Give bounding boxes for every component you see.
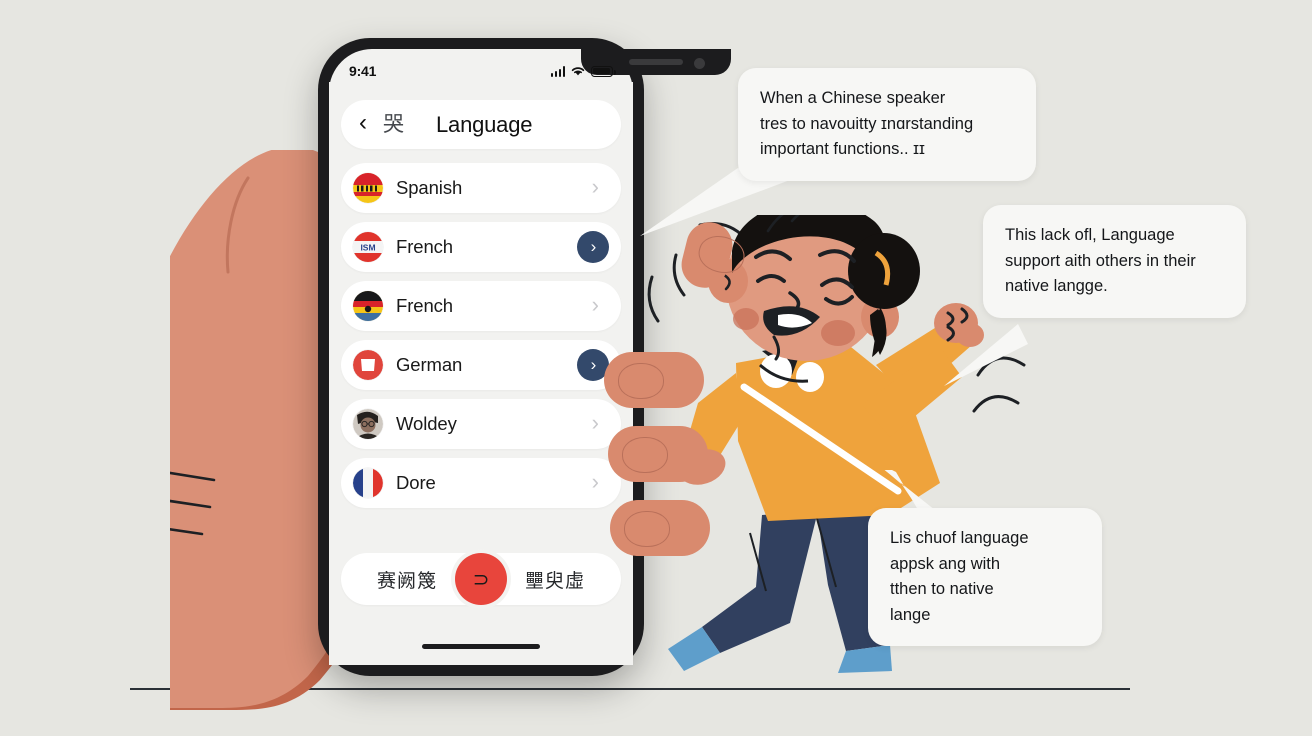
- bottom-bar-right-label[interactable]: 壨臾虛: [525, 566, 585, 593]
- list-item[interactable]: German ›: [341, 340, 621, 390]
- list-item-label: Spanish: [396, 177, 463, 198]
- status-bar: 9:41: [329, 60, 633, 82]
- speech-bubble-top: When a Chinese speaker tres to navouitty…: [738, 68, 1036, 181]
- speech-bubble-bottom: Lis chuof language appsk ang with tthen …: [868, 508, 1102, 647]
- front-camera-icon: [694, 58, 705, 69]
- germany-flag-icon: [353, 291, 383, 321]
- bottom-action-bar: 赛阙篾 ⊃ 壨臾虛: [341, 553, 621, 605]
- illustration-scene: ‹ 哭 Language Spanish › ISM French › Fren…: [0, 0, 1312, 736]
- austria-flag-icon: ISM: [353, 232, 383, 262]
- avatar-photo-icon: [353, 409, 383, 439]
- bubble-tail-right: [944, 324, 1028, 386]
- chevron-right-icon[interactable]: ›: [592, 176, 599, 198]
- bottom-bar-left-label[interactable]: 赛阙篾: [377, 566, 437, 593]
- finger: [608, 426, 708, 482]
- cjk-glyph-icon: 哭: [383, 113, 404, 136]
- bubble-line: tres to navouitty ɪnɑrstanding: [760, 114, 974, 133]
- list-item-label: French: [396, 295, 453, 316]
- bubble-line: support aith others in their: [1005, 251, 1196, 270]
- list-item-label: Dore: [396, 472, 436, 493]
- language-list: Spanish › ISM French › French › German ›…: [341, 163, 621, 508]
- bubble-line: tthen to native: [890, 580, 994, 599]
- nav-bar: ‹ 哭 Language: [341, 100, 621, 149]
- hand-fingers: [596, 217, 738, 556]
- list-item[interactable]: Spanish ›: [341, 163, 621, 213]
- bubble-line: When a Chinese speaker: [760, 89, 946, 107]
- speech-bubble-right: This lack ofl, Language support aith oth…: [983, 205, 1246, 318]
- list-item-label: French: [396, 236, 453, 257]
- submit-fab-button[interactable]: ⊃: [455, 553, 507, 605]
- chevron-right-icon[interactable]: ›: [592, 294, 599, 316]
- status-clock: 9:41: [349, 63, 377, 79]
- fab-arrow-icon: ⊃: [472, 568, 490, 591]
- bubble-line: appsk ang with: [890, 554, 1001, 573]
- home-indicator: [422, 644, 540, 649]
- list-item[interactable]: ISM French ›: [341, 222, 621, 272]
- status-icon-group: [550, 65, 616, 77]
- list-item[interactable]: Dore ›: [341, 458, 621, 508]
- list-item-label: German: [396, 354, 463, 375]
- cellular-bars-icon: [550, 65, 565, 77]
- phone-screen: ‹ 哭 Language Spanish › ISM French › Fren…: [329, 82, 633, 665]
- bubble-line: Lis chuof language: [890, 529, 1029, 547]
- svg-text:ISM: ISM: [360, 243, 375, 253]
- list-item[interactable]: French ›: [341, 281, 621, 331]
- red-square-flag-icon: [353, 350, 383, 380]
- finger: [610, 500, 710, 556]
- back-chevron-icon[interactable]: ‹: [359, 111, 367, 135]
- chevron-right-icon: ›: [590, 236, 597, 256]
- france-flag-icon: [353, 468, 383, 498]
- chevron-right-button[interactable]: ›: [577, 231, 609, 263]
- bubble-line: important functions.. ɪɪ: [760, 140, 925, 159]
- finger: [604, 352, 704, 408]
- bubble-line: lange: [890, 605, 931, 624]
- wifi-icon: [571, 67, 585, 76]
- bubble-line: native langge.: [1005, 277, 1108, 296]
- page-title: Language: [436, 111, 533, 137]
- list-item[interactable]: Woldey ›: [341, 399, 621, 449]
- list-item-label: Woldey: [396, 413, 457, 434]
- battery-icon: [591, 65, 616, 77]
- earpiece-speaker-icon: [629, 59, 683, 65]
- spain-flag-icon: [353, 173, 383, 203]
- bubble-line: This lack ofl, Language: [1005, 226, 1175, 244]
